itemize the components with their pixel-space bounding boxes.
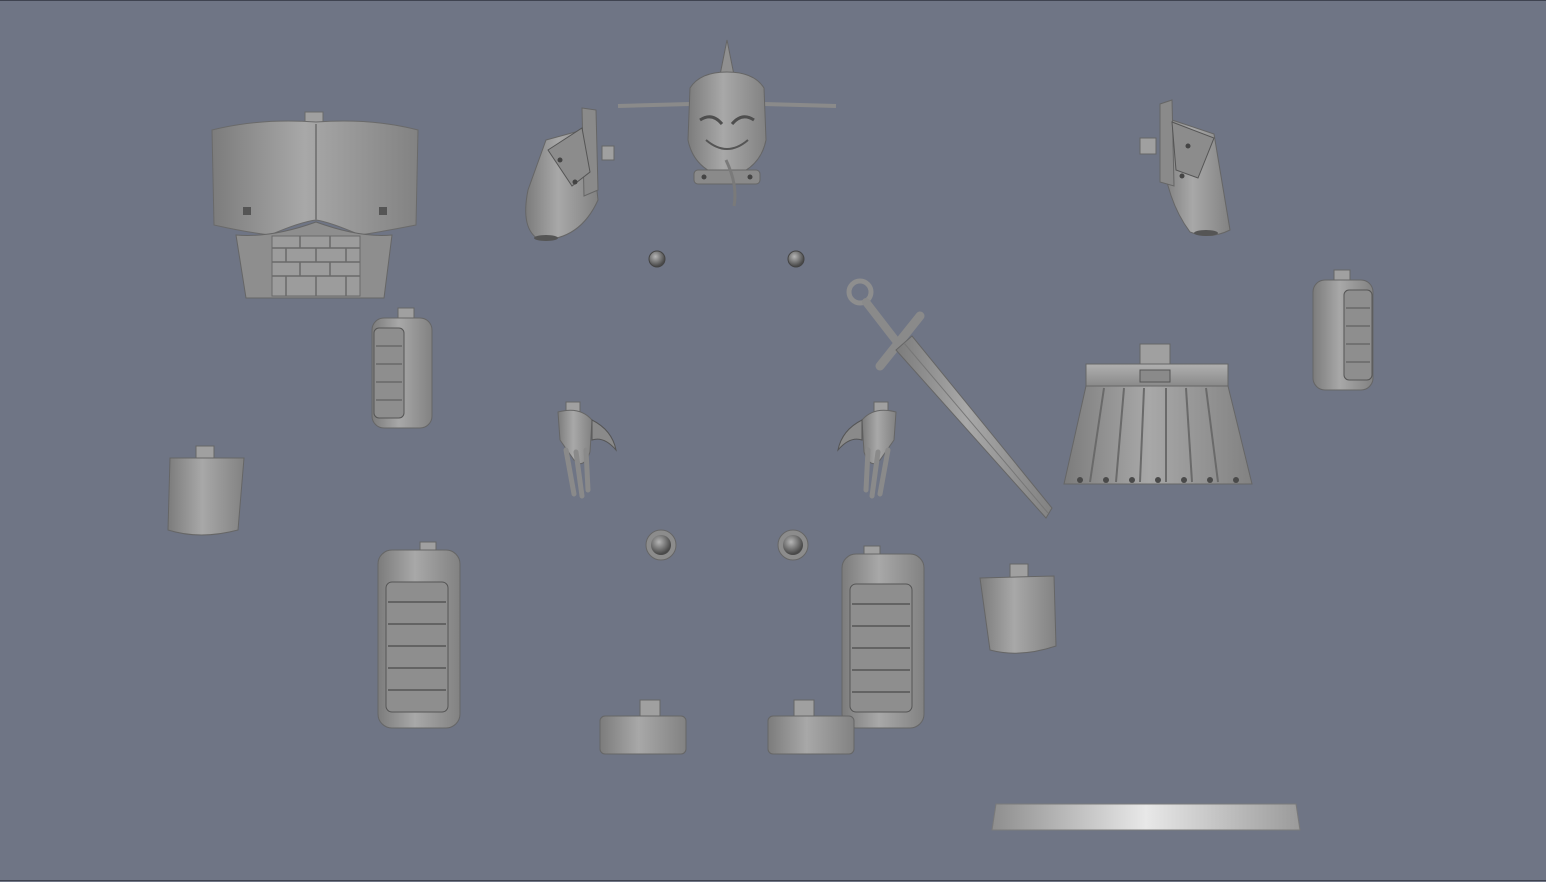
helmet-head[interactable]: [617, 39, 837, 207]
right-shoulder-pauldron[interactable]: [1139, 99, 1231, 236]
right-forearm-cup[interactable]: [979, 563, 1057, 654]
sword[interactable]: [846, 278, 1053, 519]
left-leg-greave[interactable]: [377, 541, 461, 729]
left-upper-arm[interactable]: [371, 307, 433, 429]
right-foot-block[interactable]: [767, 699, 855, 755]
neck-joint-left[interactable]: [648, 250, 666, 268]
left-foot-block[interactable]: [599, 699, 687, 755]
left-forearm-cup[interactable]: [167, 445, 245, 536]
chest-plate[interactable]: [211, 111, 419, 299]
left-shoulder-pauldron[interactable]: [525, 107, 615, 241]
right-clawed-hand[interactable]: [837, 401, 897, 499]
hip-ball-joint-left[interactable]: [645, 529, 677, 561]
hip-ball-joint-right[interactable]: [777, 529, 809, 561]
scene-canvas[interactable]: [0, 0, 1546, 882]
right-leg-greave[interactable]: [841, 545, 925, 729]
left-clawed-hand[interactable]: [557, 401, 617, 499]
right-upper-arm[interactable]: [1312, 269, 1374, 391]
neck-joint-right[interactable]: [787, 250, 805, 268]
3d-viewport[interactable]: [0, 0, 1546, 882]
waist-skirt[interactable]: [1063, 343, 1253, 485]
display-base[interactable]: [991, 803, 1301, 831]
